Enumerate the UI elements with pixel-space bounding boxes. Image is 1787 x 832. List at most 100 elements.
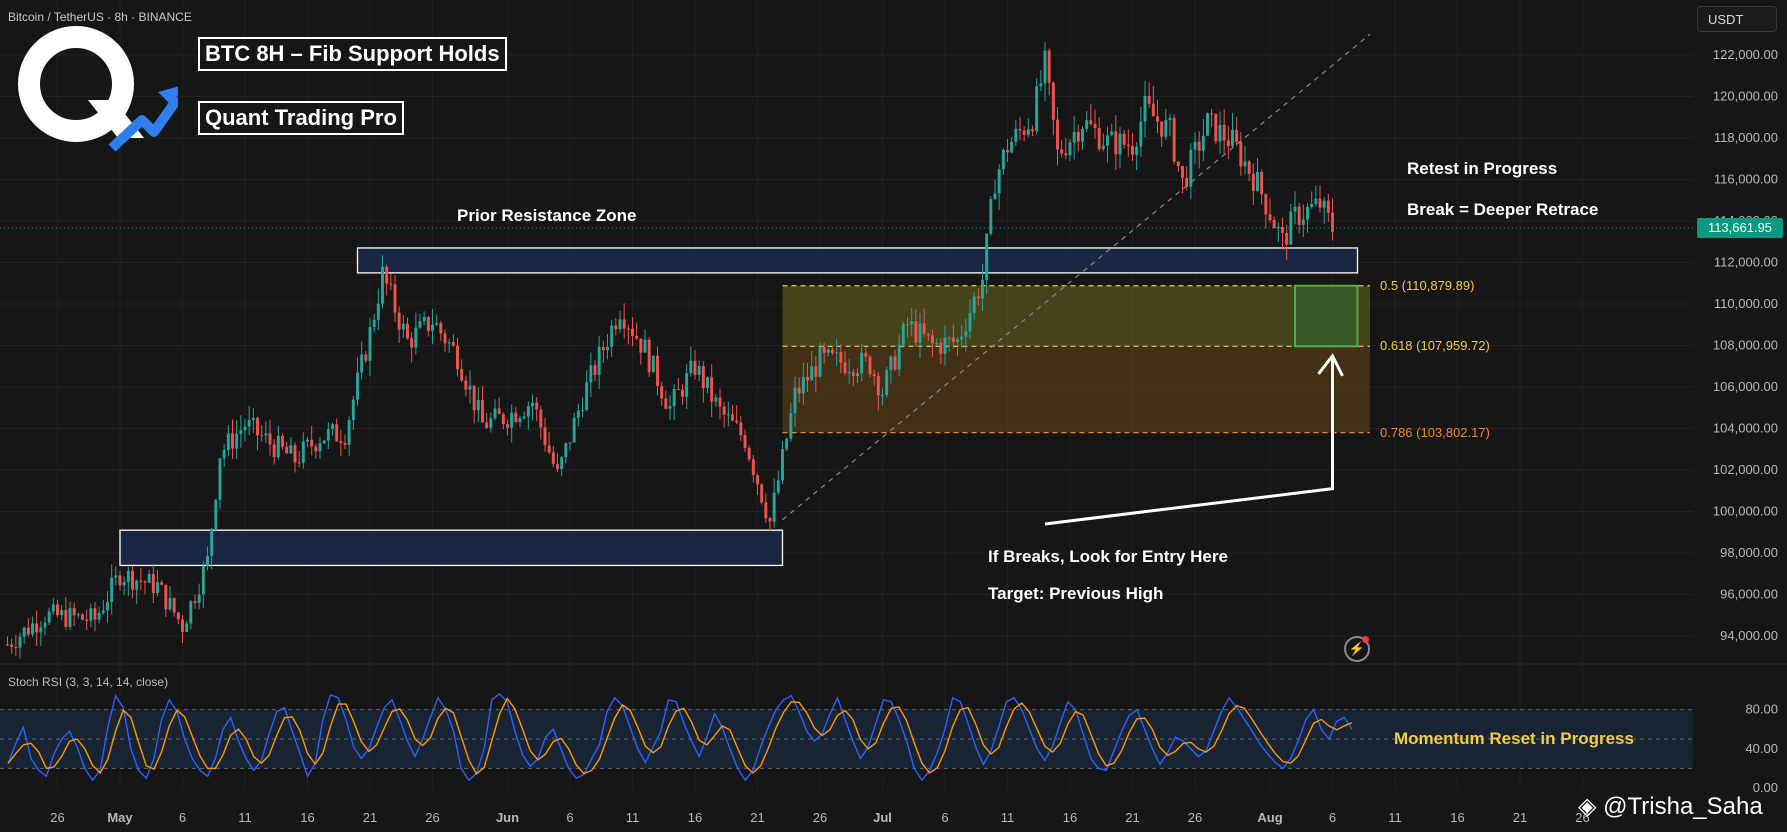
candle-body bbox=[447, 342, 451, 344]
candle-body bbox=[1326, 200, 1330, 213]
candle-body bbox=[218, 458, 222, 500]
candle-body bbox=[110, 577, 114, 603]
brand-label: Quant Trading Pro bbox=[198, 101, 404, 135]
price-tick: 110,000.00 bbox=[1714, 296, 1778, 311]
candle-body bbox=[997, 169, 1001, 194]
candle-body bbox=[1006, 149, 1009, 153]
currency-button[interactable]: USDT bbox=[1697, 6, 1777, 32]
candle-body bbox=[776, 480, 780, 493]
candle-body bbox=[1331, 212, 1334, 232]
candle-body bbox=[168, 598, 172, 610]
candle-body bbox=[518, 418, 522, 422]
prior-resistance-label: Prior Resistance Zone bbox=[457, 206, 637, 225]
entry-zone-box bbox=[1294, 284, 1359, 348]
candle-body bbox=[1256, 171, 1259, 191]
candle-body bbox=[814, 366, 818, 377]
candle-body bbox=[901, 324, 905, 345]
time-tick: 6 bbox=[566, 810, 573, 825]
candle-body bbox=[197, 594, 201, 603]
candle-body bbox=[393, 284, 397, 313]
candle-body bbox=[372, 319, 376, 327]
candle-body bbox=[1039, 83, 1043, 87]
candle-body bbox=[956, 339, 959, 342]
candle-body bbox=[201, 566, 205, 595]
q-logo-icon bbox=[18, 26, 183, 152]
retest-label: Retest in Progress bbox=[1407, 159, 1558, 178]
candle-body bbox=[172, 598, 176, 613]
candle-body bbox=[981, 279, 984, 299]
candle-body bbox=[668, 406, 672, 409]
candle-body bbox=[1097, 127, 1101, 150]
candle-body bbox=[360, 354, 364, 373]
candle-body bbox=[843, 362, 847, 373]
candle-body bbox=[322, 440, 326, 444]
candle-body bbox=[539, 409, 543, 428]
candle-body bbox=[697, 365, 701, 375]
candle-body bbox=[781, 449, 784, 481]
candle-body bbox=[343, 442, 347, 445]
fib-label-0.5: 0.5 (110,879.89) bbox=[1380, 277, 1475, 293]
candle-body bbox=[464, 380, 468, 390]
candle-body bbox=[139, 580, 143, 582]
candle-body bbox=[426, 316, 430, 332]
binance-icon: ◈ bbox=[1578, 793, 1597, 820]
candle-body bbox=[1085, 120, 1089, 129]
candle-body bbox=[1172, 118, 1176, 162]
candle-body bbox=[935, 342, 939, 344]
candle-body bbox=[1143, 96, 1147, 122]
candle-body bbox=[406, 323, 409, 339]
time-tick: 21 bbox=[750, 810, 764, 825]
candle-body bbox=[1164, 120, 1168, 137]
candle-body bbox=[414, 327, 418, 348]
candle-body bbox=[147, 573, 151, 583]
candle-body bbox=[618, 319, 622, 330]
candle-body bbox=[535, 402, 539, 410]
candle-body bbox=[331, 424, 334, 430]
candle-body bbox=[285, 446, 289, 454]
zone-support-base bbox=[119, 529, 784, 567]
candle-body bbox=[289, 445, 293, 454]
last-price-tag: 113,661.95 bbox=[1697, 218, 1783, 238]
candle-body bbox=[1243, 161, 1247, 167]
candle-body bbox=[435, 323, 439, 325]
candle-body bbox=[714, 397, 718, 402]
price-tick: 120,000.00 bbox=[1713, 89, 1778, 104]
candle-body bbox=[97, 612, 101, 620]
candle-body bbox=[722, 406, 726, 415]
candle-body bbox=[693, 360, 697, 375]
candle-body bbox=[1314, 198, 1318, 204]
symbol-header: Bitcoin / TetherUS · 8h · BINANCE bbox=[8, 10, 192, 24]
candle-body bbox=[1289, 211, 1293, 245]
time-tick: 26 bbox=[425, 810, 439, 825]
candle-body bbox=[314, 446, 318, 452]
candle-body bbox=[131, 570, 134, 590]
candle-body bbox=[351, 399, 355, 421]
candle-body bbox=[1264, 194, 1268, 215]
candle-body bbox=[1031, 129, 1034, 132]
candle-body bbox=[876, 375, 880, 396]
price-tick: 112,000.00 bbox=[1714, 255, 1778, 270]
candle-body bbox=[797, 387, 801, 394]
candle-body bbox=[1043, 50, 1047, 84]
candle-body bbox=[243, 426, 247, 431]
candle-body bbox=[306, 439, 309, 442]
brand-logo bbox=[18, 26, 183, 161]
price-tick: 98,000.00 bbox=[1720, 545, 1778, 560]
candle-body bbox=[1193, 141, 1197, 150]
candle-body bbox=[760, 484, 764, 503]
candle-body bbox=[156, 582, 159, 594]
time-tick: 6 bbox=[179, 810, 186, 825]
candle-body bbox=[206, 556, 209, 567]
candle-body bbox=[1010, 141, 1014, 153]
candle-body bbox=[756, 475, 759, 485]
candle-body bbox=[1051, 82, 1055, 120]
candle-body bbox=[522, 416, 526, 419]
candle-body bbox=[501, 414, 505, 425]
candle-body bbox=[1076, 132, 1080, 142]
indicator-label[interactable]: Stoch RSI (3, 3, 14, 14, close) bbox=[8, 675, 168, 689]
time-tick: 6 bbox=[941, 810, 948, 825]
candle-body bbox=[335, 424, 339, 442]
candle-body bbox=[451, 342, 455, 346]
candle-body bbox=[497, 408, 501, 415]
candle-body bbox=[593, 365, 597, 375]
